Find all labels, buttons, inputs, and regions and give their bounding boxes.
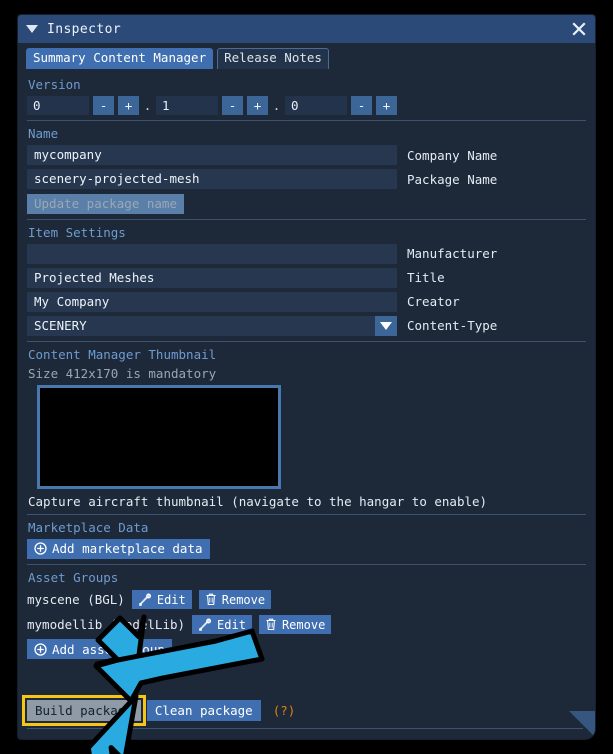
version-section-label: Version <box>28 77 81 92</box>
thumbnail-size-note: Size 412x170 is mandatory <box>28 365 217 381</box>
package-name-caption: Package Name <box>407 171 498 187</box>
trash-icon <box>265 618 277 631</box>
update-package-name-button[interactable]: Update package name <box>27 193 184 214</box>
item-settings-section-label: Item Settings <box>28 224 126 240</box>
company-name-input[interactable]: mycompany <box>27 145 397 165</box>
creator-caption: Creator <box>407 294 460 309</box>
version-patch-increment-button[interactable]: + <box>376 96 397 115</box>
tab-bar: Summary Content Manager Release Notes <box>18 43 595 69</box>
edit-asset-group-button[interactable]: Edit <box>131 590 192 609</box>
title-row: Projected Meshes Title <box>27 267 586 288</box>
asset-group-row: myscene (BGL) Edit Remove <box>27 589 586 610</box>
manufacturer-row: Manufacturer <box>27 243 586 264</box>
asset-group-name: myscene (BGL) <box>27 592 125 607</box>
asset-group-name: mymodellib (ModelLib) <box>27 617 186 632</box>
version-separator-1: . <box>143 98 152 113</box>
remove-asset-group-button[interactable]: Remove <box>198 590 272 609</box>
company-name-caption: Company Name <box>407 147 498 163</box>
triangle-down-icon[interactable] <box>26 25 38 33</box>
add-marketplace-data-label: Add marketplace data <box>52 541 203 556</box>
version-minor-input[interactable]: 1 <box>156 96 218 115</box>
version-patch-decrement-button[interactable]: - <box>351 96 372 115</box>
remove-asset-group-button[interactable]: Remove <box>258 615 332 634</box>
asset-group-row: mymodellib (ModelLib) Edit Remove <box>27 614 586 635</box>
divider <box>27 340 586 342</box>
divider <box>27 564 586 565</box>
remove-asset-group-label: Remove <box>281 617 326 632</box>
footer-divider <box>27 728 583 729</box>
company-name-row: mycompany Company Name <box>27 145 586 165</box>
add-marketplace-data-button[interactable]: Add marketplace data <box>27 538 210 559</box>
footer-bar: Build package Clean package (?) <box>18 695 595 726</box>
tools-icon <box>198 618 212 632</box>
window-title-bar[interactable]: Inspector <box>18 15 595 43</box>
chevron-down-icon[interactable] <box>375 315 397 336</box>
edit-asset-group-label: Edit <box>156 592 186 607</box>
version-major-decrement-button[interactable]: - <box>93 96 114 115</box>
marketplace-section-label: Marketplace Data <box>28 519 149 535</box>
build-package-button[interactable]: Build package <box>22 695 146 726</box>
plus-circle-icon <box>34 542 47 555</box>
manufacturer-input[interactable] <box>27 243 397 264</box>
asset-groups-section-label: Asset Groups <box>28 570 119 585</box>
close-icon[interactable] <box>572 22 586 36</box>
package-name-input[interactable]: scenery-projected-mesh <box>27 169 397 189</box>
package-name-row: scenery-projected-mesh Package Name <box>27 169 586 189</box>
version-row: 0 - + . 1 - + . 0 - + <box>27 96 586 115</box>
page-title: Inspector <box>47 21 122 37</box>
plus-circle-icon <box>34 642 47 656</box>
remove-asset-group-label: Remove <box>221 592 266 607</box>
help-link[interactable]: (?) <box>273 703 296 718</box>
inspector-content: Version 0 - + . 1 - + . 0 - + Name mycom… <box>18 69 595 660</box>
content-type-caption: Content-Type <box>407 318 498 333</box>
creator-row: My Company Creator <box>27 291 586 312</box>
inspector-window: Inspector Summary Content Manager Releas… <box>18 15 595 739</box>
tab-release-notes[interactable]: Release Notes <box>217 48 329 69</box>
add-asset-group-button[interactable]: Add asset group <box>27 639 172 659</box>
capture-thumbnail-note: Capture aircraft thumbnail (navigate to … <box>28 493 488 509</box>
thumbnail-section-label: Content Manager Thumbnail <box>28 346 217 362</box>
resize-handle[interactable] <box>567 711 595 739</box>
version-patch-input[interactable]: 0 <box>285 96 347 115</box>
content-type-row: SCENERY Content-Type <box>27 315 586 336</box>
trash-icon <box>205 593 217 606</box>
add-asset-group-label: Add asset group <box>52 641 165 657</box>
title-input[interactable]: Projected Meshes <box>27 267 397 288</box>
divider <box>27 218 586 220</box>
divider <box>27 513 586 515</box>
title-caption: Title <box>407 270 445 285</box>
tools-icon <box>138 593 152 607</box>
edit-asset-group-button[interactable]: Edit <box>192 615 252 634</box>
version-major-input[interactable]: 0 <box>27 96 89 115</box>
version-separator-2: . <box>272 98 281 113</box>
tab-summary-content-manager[interactable]: Summary Content Manager <box>26 48 214 69</box>
manufacturer-caption: Manufacturer <box>407 246 498 261</box>
version-minor-decrement-button[interactable]: - <box>222 96 243 115</box>
content-type-value: SCENERY <box>34 317 87 333</box>
divider <box>27 120 586 121</box>
content-type-select[interactable]: SCENERY <box>27 315 397 336</box>
clean-package-button[interactable]: Clean package <box>146 700 261 721</box>
thumbnail-preview[interactable] <box>37 384 281 489</box>
version-minor-increment-button[interactable]: + <box>247 96 268 115</box>
name-section-label: Name <box>28 126 59 141</box>
edit-asset-group-label: Edit <box>217 617 246 632</box>
version-major-increment-button[interactable]: + <box>118 96 139 115</box>
creator-input[interactable]: My Company <box>27 291 397 312</box>
